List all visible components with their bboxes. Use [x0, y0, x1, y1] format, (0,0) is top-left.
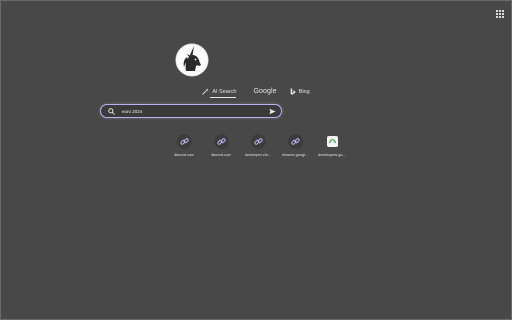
engine-label: AI Search [212, 88, 237, 95]
search-bar[interactable]: euro 2024 [100, 104, 282, 118]
engine-label: Bing [298, 88, 310, 95]
window-frame [0, 0, 512, 320]
shortcut-tile [176, 134, 192, 149]
engine-ai-search[interactable]: AI Search [202, 88, 237, 98]
shortcut-label: discord.com [173, 152, 195, 157]
search-input[interactable]: euro 2024 [122, 109, 269, 114]
engine-bing[interactable]: Bing [290, 88, 310, 95]
search-engine-selector: AI Search Google Bing [0, 88, 512, 98]
engine-label: Google [253, 88, 277, 95]
shortcut-tile [250, 134, 266, 149]
bing-icon [290, 88, 295, 95]
apps-grid-icon[interactable] [496, 10, 504, 18]
active-underline [210, 97, 237, 98]
link-icon [179, 138, 189, 145]
shortcut-item[interactable]: discord.com [169, 134, 199, 157]
shortcut-item[interactable]: discord.com [206, 134, 236, 157]
link-icon [253, 138, 263, 145]
engine-google[interactable]: Google [253, 88, 276, 95]
send-icon[interactable] [269, 108, 276, 115]
favicon-glyph [328, 139, 336, 144]
unicorn-logo-icon [175, 43, 209, 77]
shortcut-label: chrome.googl... [281, 152, 309, 157]
search-icon [108, 107, 115, 115]
link-icon [290, 138, 300, 145]
shortcut-tile [213, 134, 229, 149]
wand-icon [202, 88, 209, 95]
shortcut-label: developers.go... [318, 152, 346, 157]
link-icon [216, 138, 226, 145]
shortcut-item[interactable]: developers.go... [317, 134, 347, 157]
shortcut-label: developer.chr... [244, 152, 272, 157]
shortcut-item[interactable]: chrome.googl... [280, 134, 310, 157]
shortcut-tile [287, 134, 303, 149]
favicon-icon [326, 136, 338, 147]
shortcut-list: discord.com discord.com developer.chr...… [0, 134, 512, 157]
shortcut-item[interactable]: developer.chr... [243, 134, 273, 157]
shortcut-label: discord.com [210, 152, 232, 157]
